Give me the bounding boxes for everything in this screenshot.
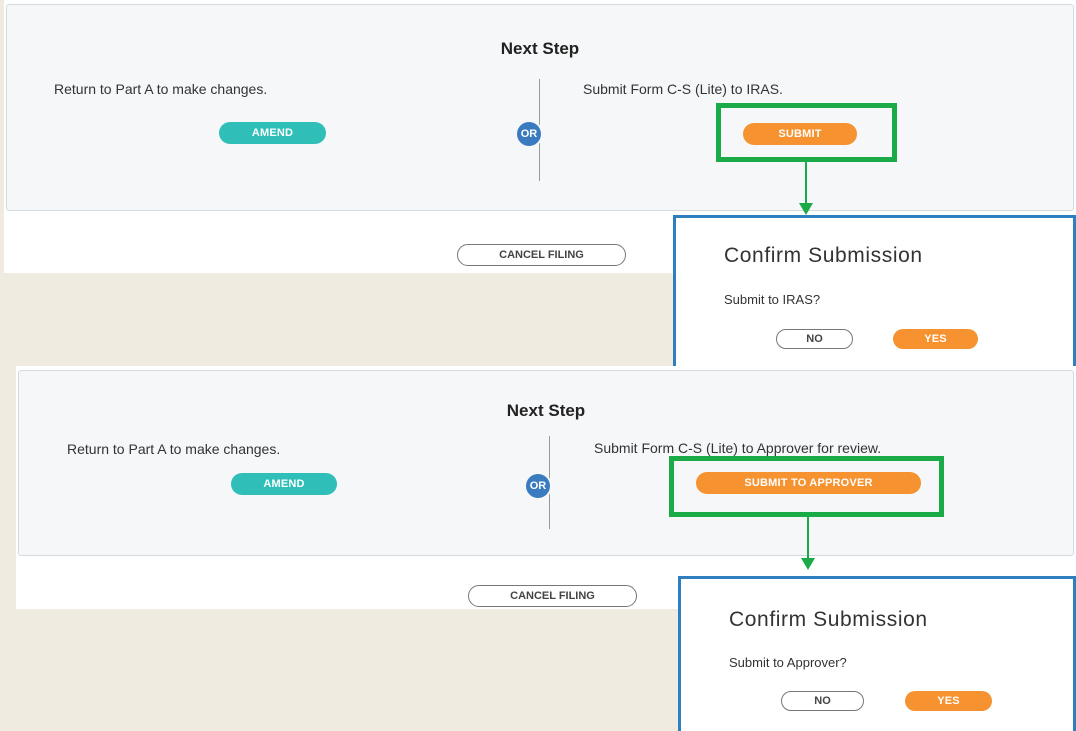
bottom-cancel-filing-button[interactable]: CANCEL FILING — [468, 585, 637, 607]
top-next-step-title: Next Step — [500, 39, 580, 58]
bottom-return-text: Return to Part A to make changes. — [67, 441, 281, 457]
bottom-confirm-dialog: Confirm Submission Submit to Approver? N… — [678, 576, 1076, 731]
top-cancel-filing-button[interactable]: CANCEL FILING — [457, 244, 626, 266]
bottom-submit-text: Submit Form C-S (Lite) to Approver for r… — [594, 440, 882, 456]
top-dialog-no-button[interactable]: NO — [776, 329, 853, 349]
top-or-badge: OR — [517, 122, 541, 146]
top-dialog-title: Confirm Submission — [724, 244, 923, 267]
top-confirm-dialog: Confirm Submission Submit to IRAS? NO YE… — [673, 215, 1076, 372]
bottom-or-badge: OR — [526, 474, 550, 498]
bottom-amend-button[interactable]: AMEND — [231, 473, 337, 495]
top-submit-text: Submit Form C-S (Lite) to IRAS. — [583, 81, 783, 97]
bottom-arrow-line — [807, 517, 809, 559]
top-next-step-panel: Next Step Return to Part A to make chang… — [6, 4, 1074, 211]
top-dialog-question: Submit to IRAS? — [724, 292, 821, 307]
top-dialog-yes-button[interactable]: YES — [893, 329, 978, 349]
top-return-text: Return to Part A to make changes. — [54, 81, 268, 97]
bottom-dialog-title: Confirm Submission — [729, 608, 928, 631]
bottom-submit-highlight-box — [669, 456, 944, 517]
bottom-dialog-yes-button[interactable]: YES — [905, 691, 992, 711]
top-amend-button[interactable]: AMEND — [219, 122, 326, 144]
top-submit-highlight-box — [716, 103, 897, 162]
top-arrow-line — [805, 162, 807, 204]
bottom-arrow-head-icon — [801, 558, 815, 570]
top-arrow-head-icon — [799, 203, 813, 215]
bottom-dialog-no-button[interactable]: NO — [781, 691, 864, 711]
bottom-dialog-question: Submit to Approver? — [729, 655, 847, 670]
bottom-next-step-title: Next Step — [506, 401, 586, 420]
